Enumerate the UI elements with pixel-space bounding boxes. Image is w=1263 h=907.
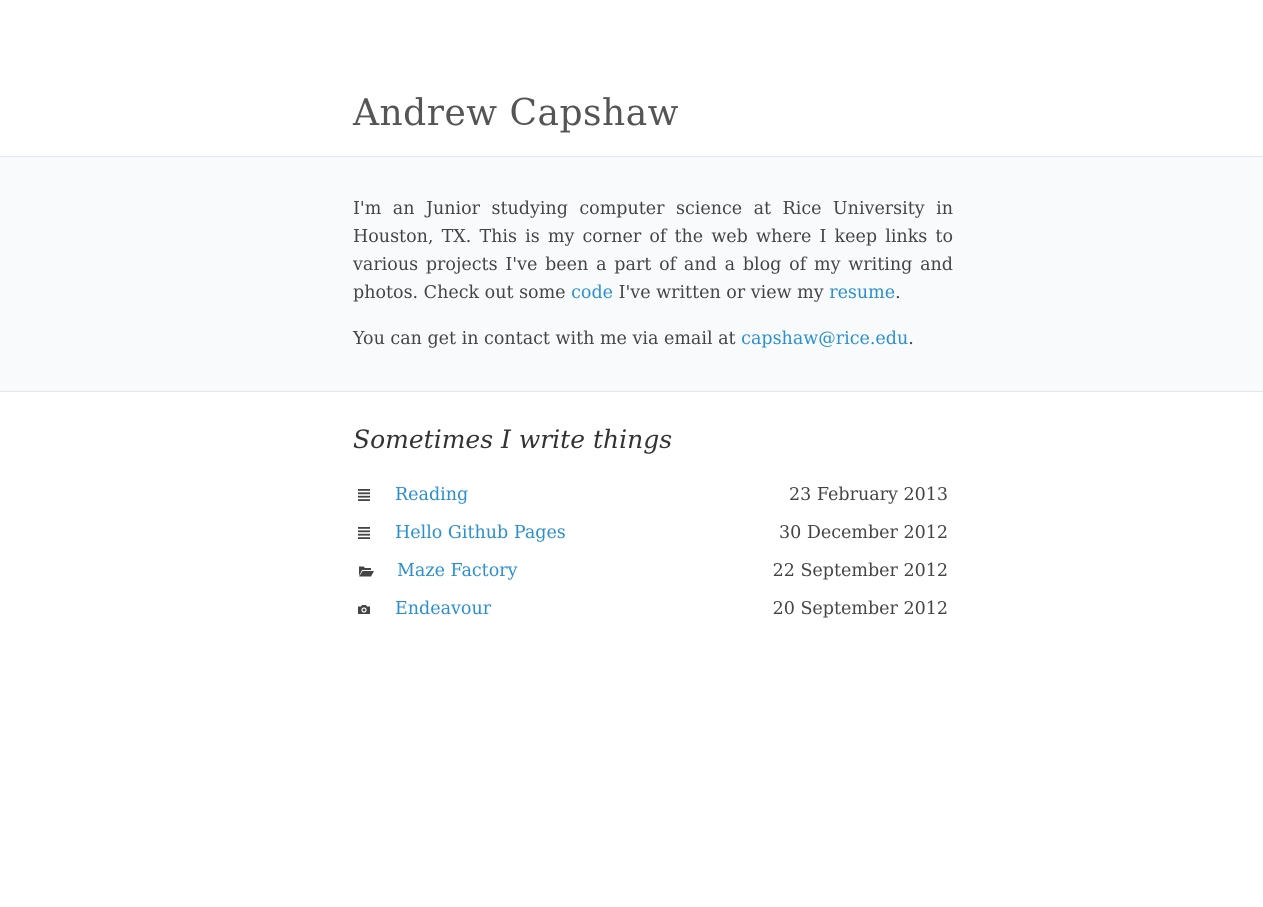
contact-text: You can get in contact with me via email…	[353, 329, 742, 349]
post-date: 20 September 2012	[772, 599, 948, 619]
posts-heading: Sometimes I write things	[353, 425, 673, 454]
folder-open-icon	[353, 565, 395, 577]
intro-paragraph: I'm an Junior studying computer science …	[353, 195, 953, 307]
intro-text-c: .	[895, 283, 901, 303]
email-link[interactable]: capshaw@rice.edu	[741, 329, 908, 349]
intro-content: I'm an Junior studying computer science …	[353, 195, 953, 371]
resume-link[interactable]: resume	[829, 283, 895, 303]
post-link[interactable]: Reading	[395, 485, 789, 505]
post-date: 23 February 2013	[789, 485, 948, 505]
contact-paragraph: You can get in contact with me via email…	[353, 325, 953, 353]
code-link[interactable]: code	[571, 283, 613, 303]
post-link[interactable]: Endeavour	[395, 599, 773, 619]
site-title[interactable]: Andrew Capshaw	[353, 92, 679, 136]
post-link[interactable]: Maze Factory	[397, 561, 773, 581]
post-link[interactable]: Hello Github Pages	[395, 523, 779, 543]
contact-end: .	[908, 329, 914, 349]
post-item: Maze Factory 22 September 2012	[353, 552, 948, 590]
post-date: 22 September 2012	[772, 561, 948, 581]
intro-section: I'm an Junior studying computer science …	[0, 157, 1263, 392]
post-date: 30 December 2012	[779, 523, 948, 543]
text-lines-icon	[353, 489, 395, 501]
text-lines-icon	[353, 527, 395, 539]
post-item: Reading 23 February 2013	[353, 476, 948, 514]
post-list: Reading 23 February 2013 Hello Github Pa…	[353, 476, 948, 628]
posts-section: Sometimes I write things Reading 23 Febr…	[0, 392, 1263, 907]
post-item: Endeavour 20 September 2012	[353, 590, 948, 628]
intro-text-b: I've written or view my	[613, 283, 830, 303]
camera-icon	[353, 604, 395, 615]
post-item: Hello Github Pages 30 December 2012	[353, 514, 948, 552]
site-header: Andrew Capshaw	[0, 0, 1263, 157]
